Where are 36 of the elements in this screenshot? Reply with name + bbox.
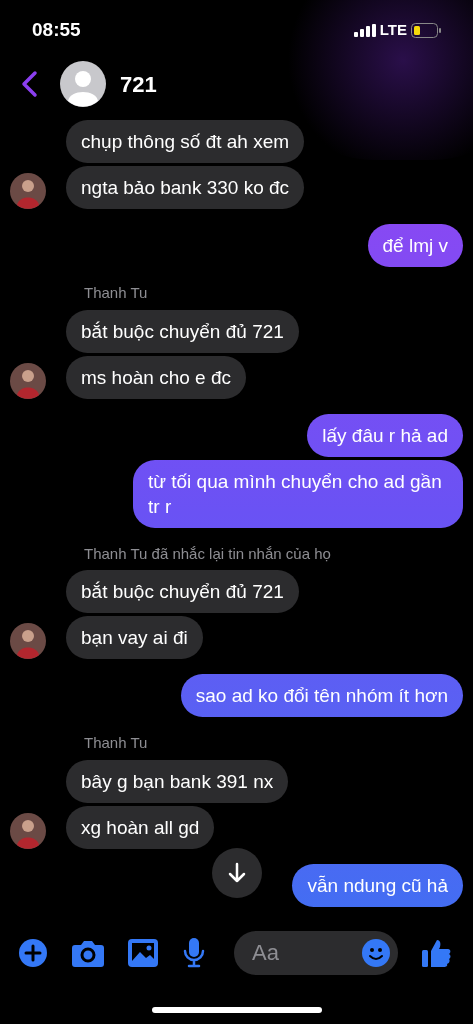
sender-name: Thanh Tu [83,283,149,303]
camera-icon[interactable] [72,939,104,967]
message-bubble[interactable]: vẫn ndung cũ hả [292,863,463,907]
message-bubble[interactable]: bạn vay ai đi [66,616,203,659]
battery-icon [411,22,441,38]
avatar-icon[interactable] [60,61,106,107]
plus-icon[interactable] [18,938,48,968]
message-bubble[interactable]: từ tối qua mình chuyển cho ad gần tr r [133,459,463,528]
message-bubble[interactable]: để lmj v [367,224,463,267]
message-input[interactable]: Aa [234,931,398,975]
chat-title[interactable]: 721 [120,67,157,101]
arrow-down-icon [227,862,247,884]
avatar-icon[interactable] [10,173,46,209]
message-bubble[interactable]: xg hoàn all gd [66,805,215,849]
microphone-icon[interactable] [182,938,206,968]
scroll-down-button[interactable] [212,848,262,898]
message-bubble[interactable]: lấy đâu r hả ad [307,413,463,457]
avatar-icon[interactable] [10,362,46,399]
back-icon[interactable] [20,70,38,98]
avatar-icon[interactable] [10,623,46,659]
message-bubble[interactable]: bắt buộc chuyển đủ 721 [66,570,299,613]
sender-name: Thanh Tu đã nhắc lại tin nhắn của họ [83,543,332,564]
sender-name: Thanh Tu [83,733,149,753]
image-icon[interactable] [128,939,158,967]
status-time: 08:55 [32,17,81,42]
network-label: LTE [379,19,407,40]
message-bubble[interactable]: ms hoàn cho e đc [66,355,246,399]
message-bubble[interactable]: bây g bạn bank 391 nx [66,759,289,803]
message-bubble[interactable]: bắt buộc chuyển đủ 721 [66,309,299,353]
signal-icon [353,23,376,37]
thumbs-up-icon[interactable] [422,938,452,968]
avatar-icon[interactable] [10,812,46,849]
message-bubble[interactable]: ngta bảo bank 330 ko đc [66,166,305,209]
emoji-icon[interactable] [362,939,390,967]
message-bubble[interactable]: sao ad ko đổi tên nhóm ít hơn [180,674,463,717]
message-bubble[interactable]: chụp thông số đt ah xem [66,120,305,163]
